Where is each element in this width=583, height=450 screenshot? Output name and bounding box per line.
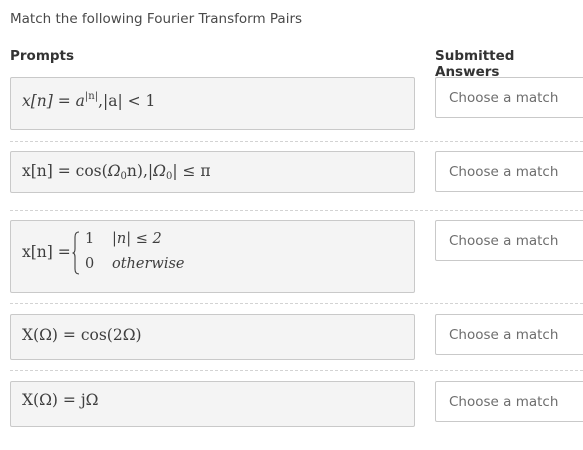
prompt-2-subscript-2: 0: [165, 171, 173, 182]
answer-select-3[interactable]: Choose a match: [435, 220, 583, 261]
prompt-4-formula: X(Ω) = cos(2Ω): [22, 326, 142, 344]
prompt-4: X(Ω) = cos(2Ω): [10, 314, 415, 360]
case-2-condition: otherwise: [112, 256, 185, 272]
prompt-1-exponent: |n|: [84, 91, 99, 102]
prompt-1-condition: ,|a| < 1: [98, 92, 156, 110]
case-2-value: 0: [85, 256, 95, 272]
row-divider: [10, 370, 583, 371]
submitted-answers-column-header: Submitted Answers: [435, 48, 515, 80]
prompt-1-formula: x[n] = a|n|,|a| < 1: [22, 91, 156, 110]
prompt-2-omega: Ω: [107, 162, 121, 180]
answer-select-5[interactable]: Choose a match: [435, 381, 583, 422]
prompt-3-case-1: 1 |n| ≤ 2: [85, 231, 162, 247]
prompt-2-omega-2: Ω: [153, 162, 166, 180]
prompt-2-formula: x[n] = cos(Ω0n),|Ω0| ≤ π: [22, 162, 211, 182]
prompt-5: X(Ω) = jΩ: [10, 381, 415, 427]
row-divider: [10, 303, 583, 304]
answer-select-4[interactable]: Choose a match: [435, 314, 583, 355]
row-divider: [10, 210, 583, 211]
answer-select-1[interactable]: Choose a match: [435, 77, 583, 118]
prompt-2: x[n] = cos(Ω0n),|Ω0| ≤ π: [10, 151, 415, 193]
prompt-1: x[n] = a|n|,|a| < 1: [10, 77, 415, 130]
prompt-2-part-a: x[n] = cos(: [22, 162, 108, 180]
prompts-column-header: Prompts: [10, 48, 75, 64]
prompt-2-part-b: n),|: [126, 162, 154, 180]
prompt-3-lhs: x[n] =: [22, 243, 71, 261]
instruction-text: Match the following Fourier Transform Pa…: [10, 11, 303, 27]
prompt-2-part-c: | ≤ π: [172, 162, 211, 180]
case-1-condition: |n| ≤ 2: [112, 231, 162, 247]
prompt-3: x[n] = 1 |n| ≤ 2 0 otherwise: [10, 220, 415, 293]
answer-select-2[interactable]: Choose a match: [435, 151, 583, 192]
prompt-3-formula: x[n] = 1 |n| ≤ 2 0 otherwise: [22, 229, 322, 279]
row-divider: [10, 141, 583, 142]
case-1-value: 1: [85, 231, 95, 247]
prompt-3-case-2: 0 otherwise: [85, 256, 184, 272]
prompt-5-formula: X(Ω) = jΩ: [22, 391, 99, 409]
prompt-1-lhs: x[n] = a: [22, 92, 85, 110]
left-brace-icon: [72, 231, 80, 275]
prompt-2-subscript: 0: [120, 171, 127, 182]
